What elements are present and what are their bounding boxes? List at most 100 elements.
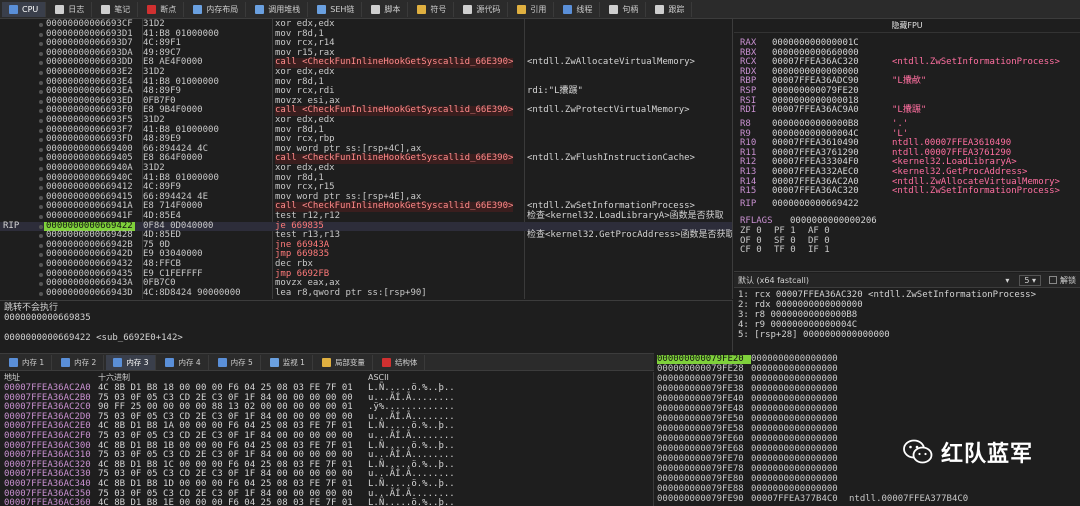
register-r10[interactable]: R10 00007FFEA3610490 ntdll.00007FFEA361049…: [740, 138, 1011, 148]
tab-4[interactable]: 内存布局: [186, 1, 247, 17]
register-r12[interactable]: R12 00007FFEA33304F0 <kernel32.LoadLibrary…: [740, 157, 1017, 167]
breakpoint-dot-icon[interactable]: [39, 215, 43, 219]
tab-2[interactable]: 笔记: [94, 1, 139, 17]
register-r14[interactable]: R14 00007FFEA36AC2A0 <ntdll.ZwAllocateVirt…: [740, 177, 1060, 187]
register-value[interactable]: 000000000000001C: [772, 38, 892, 48]
flag-item[interactable]: OF 0: [740, 236, 762, 246]
register-value[interactable]: 0000000000660000: [772, 48, 892, 58]
stack-row[interactable]: 000000000079FE48 0000000000000000: [657, 404, 849, 414]
breakpoint-dot-icon[interactable]: [39, 23, 43, 27]
disassembly-view[interactable]: 00000000006693CF 31D2 xor edx,edx 000000000…: [0, 19, 733, 299]
flag-item[interactable]: CF 0: [740, 245, 762, 255]
register-rdi[interactable]: RDI 00007FFEA36AC9A0 "L攮蹍": [740, 105, 926, 115]
stack-row[interactable]: 000000000079FE80 0000000000000000: [657, 474, 849, 484]
breakpoint-dot-icon[interactable]: [39, 205, 43, 210]
register-value[interactable]: 00007FFEA36AC320: [772, 186, 892, 196]
tab-8[interactable]: 符号: [410, 1, 455, 17]
stack-view[interactable]: 000000000079FE20 0000000000000000 00000000…: [655, 353, 1080, 506]
register-rip[interactable]: RIP 0000000000669422: [740, 199, 892, 209]
register-value[interactable]: 00000000000000B8: [772, 119, 892, 129]
stack-row[interactable]: 000000000079FE60 0000000000000000: [657, 434, 849, 444]
breakpoint-dot-icon[interactable]: [39, 176, 43, 181]
dump-tab-4[interactable]: 内存 5: [211, 354, 261, 370]
breakpoint-dot-icon[interactable]: [39, 128, 43, 133]
stack-row[interactable]: 000000000079FE70 0000000000000000: [657, 454, 849, 464]
breakpoint-dot-icon[interactable]: [39, 263, 43, 267]
register-value[interactable]: 000000000000004C: [772, 129, 892, 139]
register-value[interactable]: 000000000079FE20: [772, 86, 892, 96]
register-value[interactable]: 0000000000000000: [772, 67, 892, 77]
tab-9[interactable]: 源代码: [456, 1, 509, 17]
register-rbp[interactable]: RBP 00007FFEA36ADC90 "L攮欳": [740, 76, 926, 86]
stack-row[interactable]: 000000000079FE28 0000000000000000: [657, 364, 849, 374]
register-panel[interactable]: 隐藏FPU RAX 000000000000001C RBX 000000000066…: [734, 19, 1080, 272]
stack-row[interactable]: 000000000079FE38 0000000000000000: [657, 384, 849, 394]
flag-item[interactable]: ZF 0: [740, 226, 762, 236]
flag-item[interactable]: TF 0: [774, 245, 796, 255]
register-value[interactable]: 00007FFEA36AC320: [772, 57, 892, 67]
register-value[interactable]: 00007FFEA3761290: [772, 148, 892, 158]
register-rax[interactable]: RAX 000000000000001C: [740, 38, 892, 48]
tab-10[interactable]: 引用: [510, 1, 555, 17]
breakpoint-dot-icon[interactable]: [39, 119, 43, 123]
register-rcx[interactable]: RCX 00007FFEA36AC320 <ntdll.ZwSetInformati…: [740, 57, 1060, 67]
stack-row[interactable]: 000000000079FE50 0000000000000000: [657, 414, 849, 424]
tab-0[interactable]: CPU: [2, 1, 47, 17]
dump-tab-5[interactable]: 监视 1: [263, 354, 313, 370]
stack-row[interactable]: 000000000079FE90 00007FFEA377B4C0 ntdll.00…: [657, 494, 968, 504]
breakpoint-dot-icon[interactable]: [39, 224, 43, 229]
register-value[interactable]: 00007FFEA332AEC0: [772, 167, 892, 177]
dump-tab-6[interactable]: 局部变量: [315, 354, 373, 370]
dump-tab-0[interactable]: 内存 1: [2, 354, 53, 370]
tab-6[interactable]: SEH链: [310, 1, 363, 17]
hide-fpu-toggle[interactable]: 隐藏FPU: [734, 19, 1080, 33]
stack-row[interactable]: 000000000079FE40 0000000000000000: [657, 394, 849, 404]
tab-1[interactable]: 日志: [48, 1, 93, 17]
register-value[interactable]: 0000000000669422: [772, 199, 892, 209]
chevron-down-icon[interactable]: ▾: [1005, 276, 1009, 285]
register-value[interactable]: 00007FFEA36AC2A0: [772, 177, 892, 187]
flag-item[interactable]: IF 1: [808, 245, 830, 255]
breakpoint-dot-icon[interactable]: [39, 282, 43, 287]
breakpoint-dot-icon[interactable]: [39, 61, 43, 66]
register-r11[interactable]: R11 00007FFEA3761290 ntdll.00007FFEA376129…: [740, 148, 1011, 158]
calling-convention-select[interactable]: 默认 (x64 fastcall): [738, 275, 809, 286]
tab-13[interactable]: 跟踪: [648, 1, 693, 17]
register-rbx[interactable]: RBX 0000000000660000: [740, 48, 892, 58]
disasm-row[interactable]: 000000000066943D 4C:8D8424 90000000 lea r8…: [0, 288, 732, 299]
stack-row[interactable]: 000000000079FE88 0000000000000000: [657, 484, 849, 494]
register-value[interactable]: 0000000000000206: [790, 216, 910, 226]
flag-item[interactable]: DF 0: [808, 236, 830, 246]
stack-row[interactable]: 000000000079FE78 0000000000000000: [657, 464, 849, 474]
breakpoint-dot-icon[interactable]: [39, 109, 43, 114]
register-value[interactable]: 00007FFEA36ADC90: [772, 76, 892, 86]
breakpoint-dot-icon[interactable]: [39, 32, 43, 37]
tab-12[interactable]: 句柄: [602, 1, 647, 17]
arg-count-select[interactable]: 5 ▾: [1019, 274, 1041, 286]
memory-dump-view[interactable]: 地址 十六进制 ASCII 00007FFEA36AC2A0 4C 8B D1 B…: [0, 372, 654, 506]
breakpoint-dot-icon[interactable]: [39, 90, 43, 95]
tab-3[interactable]: 断点: [140, 1, 185, 17]
stack-row[interactable]: 000000000079FE20 0000000000000000: [657, 354, 849, 365]
unlock-checkbox[interactable]: [1049, 276, 1057, 284]
register-value[interactable]: 00007FFEA3610490: [772, 138, 892, 148]
breakpoint-dot-icon[interactable]: [39, 186, 43, 191]
breakpoint-dot-icon[interactable]: [39, 157, 43, 162]
breakpoint-dot-icon[interactable]: [39, 167, 43, 171]
register-value[interactable]: 00007FFEA33304F0: [772, 157, 892, 167]
tab-5[interactable]: 调用堆栈: [248, 1, 309, 17]
register-r13[interactable]: R13 00007FFEA332AEC0 <kernel32.GetProcAddr…: [740, 167, 1027, 177]
breakpoint-dot-icon[interactable]: [39, 71, 43, 75]
dump-tab-7[interactable]: 结构体: [375, 354, 426, 370]
register-r15[interactable]: R15 00007FFEA36AC320 <ntdll.ZwSetInformati…: [740, 186, 1060, 196]
breakpoint-dot-icon[interactable]: [39, 138, 43, 143]
flag-item[interactable]: AF 0: [808, 226, 830, 236]
breakpoint-dot-icon[interactable]: [39, 243, 43, 248]
tab-7[interactable]: 脚本: [364, 1, 409, 17]
stack-row[interactable]: 000000000079FE30 0000000000000000: [657, 374, 849, 384]
breakpoint-dot-icon[interactable]: [39, 99, 43, 104]
stack-row[interactable]: 000000000079FE58 0000000000000000: [657, 424, 849, 434]
register-value[interactable]: 00007FFEA36AC9A0: [772, 105, 892, 115]
register-rsi[interactable]: RSI 0000000000000018: [740, 96, 892, 106]
dump-tab-3[interactable]: 内存 4: [158, 354, 209, 370]
